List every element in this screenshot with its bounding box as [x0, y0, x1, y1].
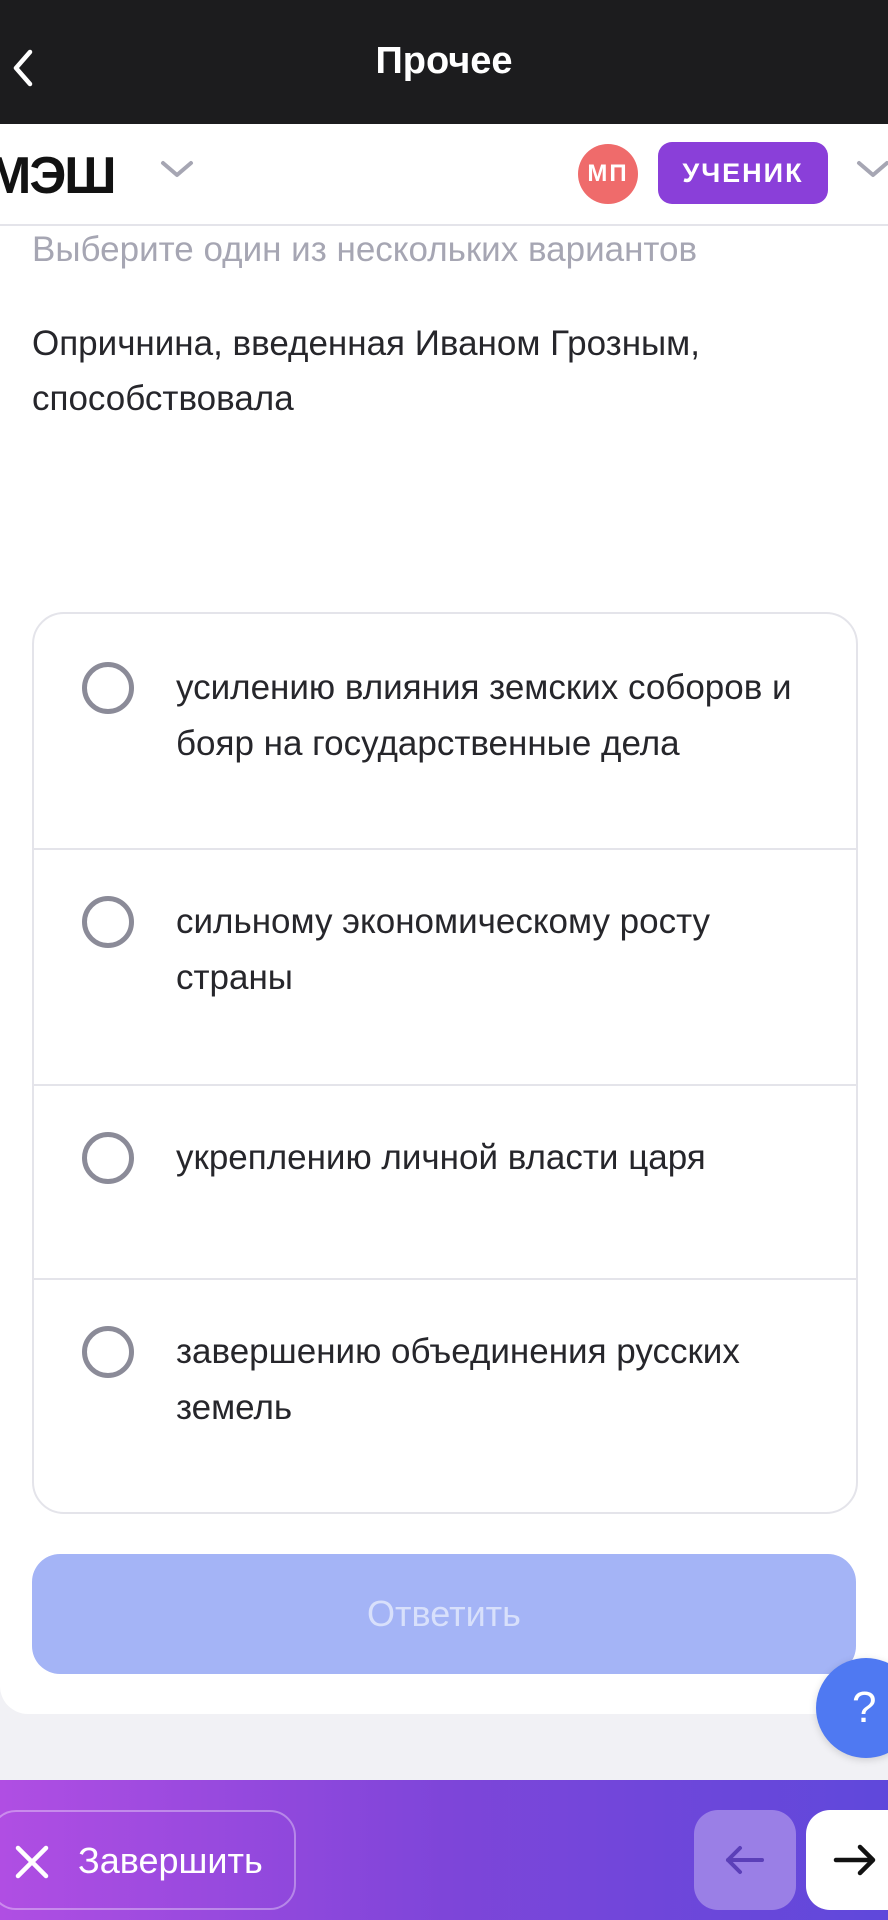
chevron-down-icon — [857, 161, 888, 177]
next-question-button[interactable] — [806, 1810, 888, 1910]
answer-option-label: завершению объединения русских земель — [176, 1332, 740, 1427]
radio-button[interactable] — [82, 662, 134, 714]
radio-button[interactable] — [82, 896, 134, 948]
radio-button[interactable] — [82, 1132, 134, 1184]
previous-question-button[interactable] — [694, 1810, 796, 1910]
role-badge[interactable]: УЧЕНИК — [658, 142, 828, 204]
submit-button[interactable]: Ответить — [32, 1554, 856, 1674]
role-dropdown-button[interactable] — [856, 160, 888, 185]
finish-button[interactable]: Завершить — [0, 1810, 296, 1910]
answer-option-label: укреплению личной власти царя — [176, 1138, 706, 1177]
mesh-logo: МЭШ — [0, 147, 117, 205]
top-bar: Прочее — [0, 0, 888, 124]
chevron-down-icon — [161, 161, 193, 177]
arrow-right-icon — [833, 1844, 876, 1876]
finish-label: Завершить — [78, 1840, 263, 1881]
page-title: Прочее — [375, 40, 513, 82]
arrow-left-icon — [726, 1846, 764, 1874]
logo-dropdown-button[interactable] — [160, 160, 194, 185]
answer-option[interactable]: завершению объединения русских земель — [34, 1280, 856, 1512]
question-text: Опричнина, введенная Иваном Грозным, спо… — [32, 324, 700, 418]
question-mark-icon: ? — [852, 1683, 877, 1732]
answer-option[interactable]: укреплению личной власти царя — [34, 1086, 856, 1280]
answer-options: усилению влияния земских соборов и бояр … — [32, 612, 858, 1514]
answer-option[interactable]: усилению влияния земских соборов и бояр … — [34, 614, 856, 850]
answer-option[interactable]: сильному экономическому росту страны — [34, 850, 856, 1086]
close-icon — [15, 1845, 49, 1879]
avatar[interactable]: МП — [578, 144, 638, 204]
answer-option-label: усилению влияния земских соборов и бояр … — [176, 668, 792, 763]
answer-option-label: сильному экономическому росту страны — [176, 902, 711, 997]
task-hint: Выберите один из нескольких вариантов — [32, 230, 698, 269]
radio-button[interactable] — [82, 1326, 134, 1378]
